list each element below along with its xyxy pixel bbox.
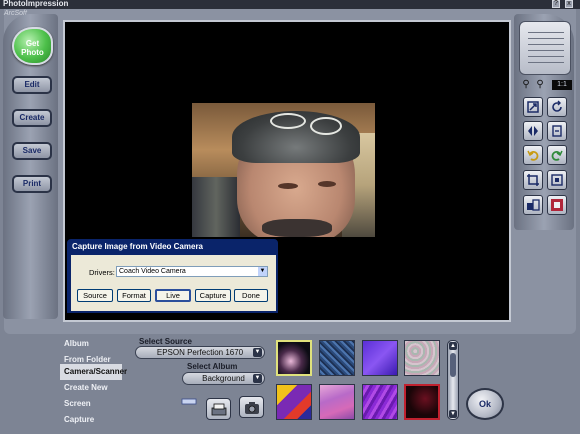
chevron-down-icon: ▼ — [253, 348, 262, 357]
save-button[interactable]: Save — [12, 142, 52, 160]
source-select-value: EPSON Perfection 1670 — [156, 348, 244, 357]
scroll-up-icon[interactable]: ▲ — [449, 342, 457, 350]
thumbnail[interactable] — [276, 340, 312, 376]
zoom-readout: 1:1 — [552, 80, 572, 90]
rotate-icon[interactable] — [547, 97, 567, 117]
help-button[interactable]: ? — [552, 0, 560, 8]
chevron-down-icon: ▼ — [258, 267, 267, 276]
zoom-controls: ⚲ ⚲ 1:1 — [520, 79, 572, 91]
camera-icon[interactable] — [239, 396, 264, 418]
scanner-icon[interactable] — [177, 394, 204, 410]
thumbnail[interactable] — [362, 340, 398, 376]
thumbnail[interactable] — [404, 384, 440, 420]
select-source-label: Select Source — [139, 337, 192, 346]
live-button[interactable]: Live — [155, 289, 191, 302]
format-button[interactable]: Format — [117, 289, 151, 302]
title-bar: PhotoImpression ? x — [0, 0, 580, 9]
zoom-out-icon[interactable]: ⚲ — [534, 79, 546, 91]
print-button[interactable]: Print — [12, 175, 52, 193]
undo-icon[interactable] — [523, 145, 543, 165]
thumbnail[interactable] — [319, 384, 355, 420]
drivers-select[interactable]: Coach Video Camera ▼ — [116, 266, 268, 277]
thumbnail[interactable] — [362, 384, 398, 420]
tab-album[interactable]: Album — [60, 336, 122, 352]
album-select-value: Background — [202, 374, 245, 383]
fit-icon[interactable] — [523, 97, 543, 117]
done-button[interactable]: Done — [234, 289, 268, 302]
source-select[interactable]: EPSON Perfection 1670 ▼ — [135, 346, 265, 359]
edit-button[interactable]: Edit — [12, 76, 52, 94]
dialog-title: Capture Image from Video Camera — [72, 242, 204, 251]
thumbnail[interactable] — [319, 340, 355, 376]
dialog-body: Drivers: Coach Video Camera ▼ Source For… — [71, 255, 276, 311]
crop-icon[interactable] — [523, 170, 543, 190]
thumbnail-scrollbar[interactable]: ▲ ▼ — [447, 340, 459, 420]
create-button[interactable]: Create — [12, 109, 52, 127]
compare-icon[interactable] — [523, 195, 543, 215]
capture-dialog: Capture Image from Video Camera Drivers:… — [67, 239, 278, 313]
resize-icon[interactable] — [547, 170, 567, 190]
thumbnail-grid — [276, 340, 446, 434]
scroll-down-icon[interactable]: ▼ — [449, 410, 457, 418]
drivers-select-value: Coach Video Camera — [119, 268, 186, 275]
close-button[interactable]: x — [565, 0, 573, 8]
flip-horizontal-icon[interactable] — [523, 121, 543, 141]
drivers-label: Drivers: — [89, 268, 115, 277]
live-video-image — [192, 103, 375, 237]
redo-icon[interactable] — [547, 145, 567, 165]
app-title: PhotoImpression — [3, 0, 69, 8]
source-button[interactable]: Source — [77, 289, 113, 302]
get-photo-button[interactable]: Get Photo — [12, 27, 53, 65]
tab-create-new[interactable]: Create New — [60, 380, 122, 396]
album-select[interactable]: Background ▼ — [182, 372, 265, 385]
flip-vertical-icon[interactable] — [547, 121, 567, 141]
speaker-grille — [519, 21, 571, 75]
ok-button[interactable]: Ok — [466, 388, 504, 420]
scroll-thumb[interactable] — [450, 353, 456, 377]
tab-screen-capture[interactable]: Screen Capture — [60, 396, 122, 424]
frame-icon[interactable] — [547, 195, 567, 215]
zoom-in-icon[interactable]: ⚲ — [520, 79, 532, 91]
thumbnail[interactable] — [276, 384, 312, 420]
select-album-label: Select Album — [187, 362, 238, 371]
chevron-down-icon: ▼ — [253, 374, 262, 383]
tab-camera-scanner[interactable]: Camera/Scanner — [60, 364, 127, 380]
capture-button[interactable]: Capture — [195, 289, 231, 302]
thumbnail[interactable] — [404, 340, 440, 376]
acquire-icon[interactable] — [206, 398, 231, 420]
